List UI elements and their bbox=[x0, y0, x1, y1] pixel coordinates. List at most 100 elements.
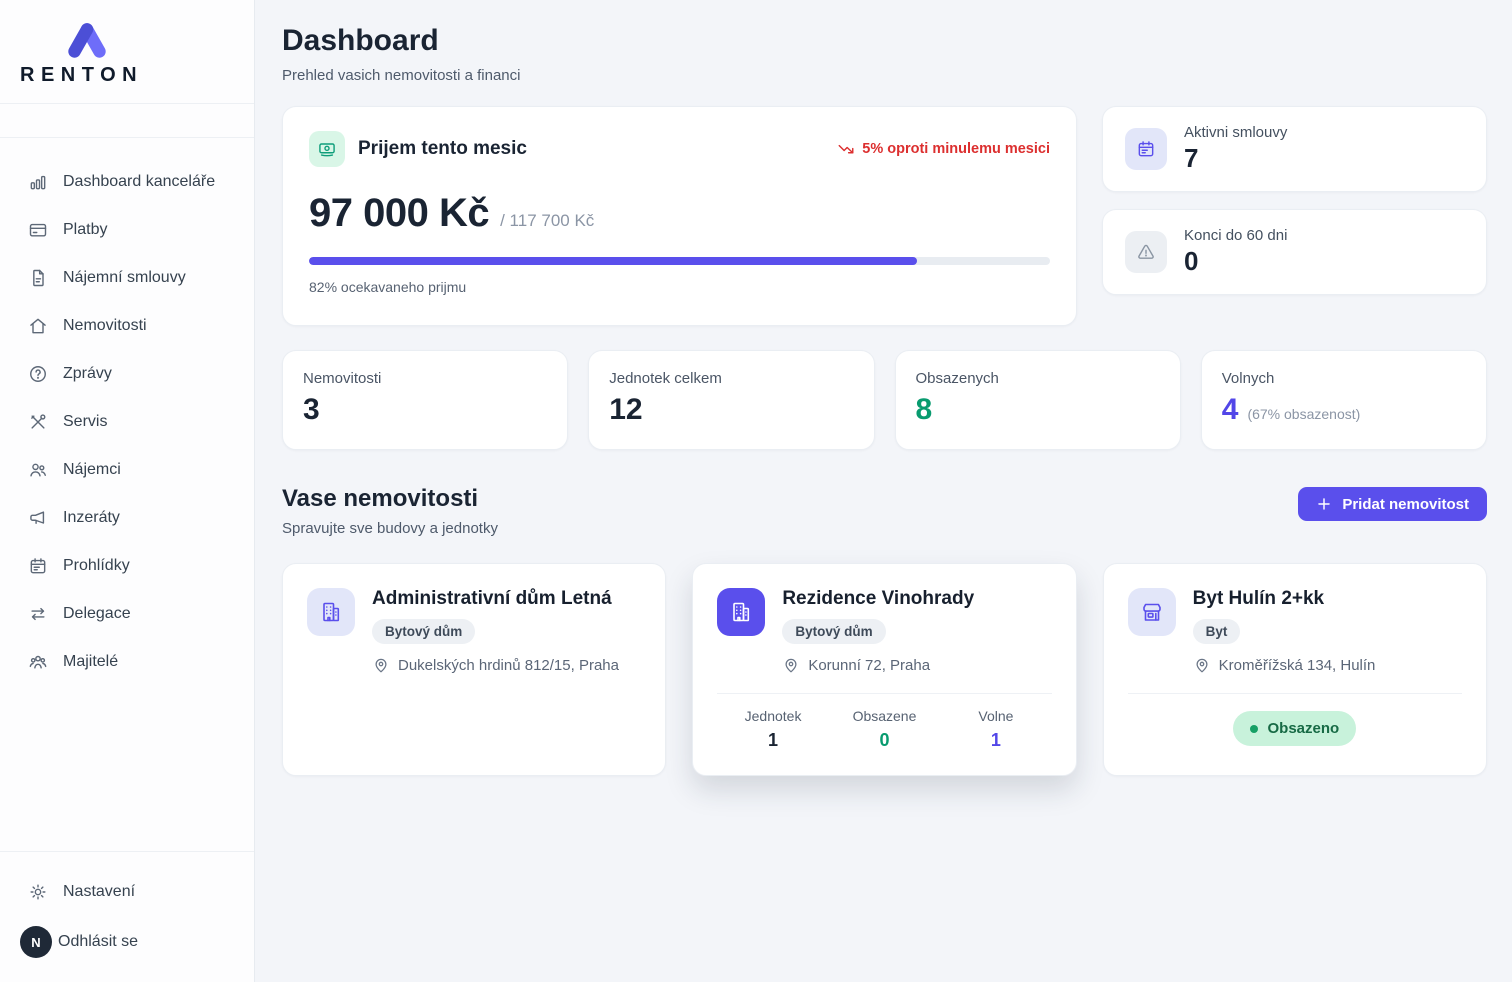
expiring-contracts-card: Konci do 60 dni 0 bbox=[1102, 209, 1487, 295]
stat-card-obsazenych: Obsazenych 8 bbox=[895, 350, 1181, 450]
property-name: Administrativní dům Letná bbox=[372, 588, 619, 610]
side-stats-column: Aktivni smlouvy 7 Konci do 60 dni 0 bbox=[1102, 106, 1487, 295]
status-label: Obsazeno bbox=[1267, 720, 1339, 737]
sidebar-nav: Dashboard kanceláře Platby Nájemní smlou… bbox=[0, 138, 254, 686]
income-card: Prijem tento mesic 5% oproti minulemu me… bbox=[282, 106, 1077, 326]
properties-section-title: Vase nemovitosti bbox=[282, 485, 498, 513]
card-divider bbox=[1128, 693, 1462, 694]
warning-triangle-icon bbox=[1125, 231, 1167, 273]
sidebar-item-label: Prohlídky bbox=[63, 557, 130, 575]
sidebar-item-prohlidky[interactable]: Prohlídky bbox=[0, 542, 254, 590]
income-title: Prijem tento mesic bbox=[358, 138, 527, 160]
property-address: Dukelských hrdinů 812/15, Praha bbox=[398, 657, 619, 674]
sidebar-item-label: Nájemci bbox=[63, 461, 121, 479]
stat-value: 4 bbox=[1222, 393, 1239, 427]
property-address: Korunní 72, Praha bbox=[808, 657, 930, 674]
sidebar-item-nastaveni[interactable]: Nastavení bbox=[0, 868, 254, 916]
occupied-value: 0 bbox=[829, 730, 940, 751]
expiring-contracts-label: Konci do 60 dni bbox=[1184, 227, 1287, 244]
property-card-vinohrady[interactable]: Rezidence Vinohrady Bytový dům Korunní 7… bbox=[692, 563, 1076, 776]
status-badge: Obsazeno bbox=[1233, 711, 1356, 746]
occupied-label: Obsazene bbox=[829, 708, 940, 724]
sidebar-item-dashboard[interactable]: Dashboard kanceláře bbox=[0, 158, 254, 206]
property-name: Byt Hulín 2+kk bbox=[1193, 588, 1376, 610]
home-icon bbox=[28, 316, 48, 336]
income-progress-track bbox=[309, 257, 1050, 265]
sidebar-item-inzeraty[interactable]: Inzeráty bbox=[0, 494, 254, 542]
stat-card-nemovitosti: Nemovitosti 3 bbox=[282, 350, 568, 450]
help-circle-icon bbox=[28, 364, 48, 384]
sidebar-item-label: Nastavení bbox=[63, 883, 135, 901]
tools-icon bbox=[28, 412, 48, 432]
properties-grid: Administrativní dům Letná Bytový dům Duk… bbox=[282, 563, 1487, 776]
property-type-badge: Byt bbox=[1193, 619, 1241, 644]
sidebar-item-label: Delegace bbox=[63, 605, 131, 623]
property-name: Rezidence Vinohrady bbox=[782, 588, 974, 610]
property-card-letna[interactable]: Administrativní dům Letná Bytový dům Duk… bbox=[282, 563, 666, 776]
property-type-badge: Bytový dům bbox=[372, 619, 475, 644]
sidebar-item-label: Zprávy bbox=[63, 365, 112, 383]
user-avatar: N bbox=[20, 926, 52, 958]
income-amount: 97 000 Kč bbox=[309, 191, 489, 236]
brand-logo[interactable]: RENTON bbox=[0, 0, 254, 104]
stat-label: Nemovitosti bbox=[303, 370, 547, 387]
sidebar-footer: Nastavení N Odhlásit se bbox=[0, 851, 254, 982]
properties-section-header: Vase nemovitosti Spravujte sve budovy a … bbox=[282, 485, 1487, 537]
sidebar-item-label: Nemovitosti bbox=[63, 317, 147, 335]
page-title: Dashboard bbox=[282, 24, 1487, 58]
sidebar-item-label: Majitelé bbox=[63, 653, 118, 671]
renton-logo-icon bbox=[56, 16, 118, 62]
property-card-hulin[interactable]: Byt Hulín 2+kk Byt Kroměřížská 134, Hulí… bbox=[1103, 563, 1487, 776]
add-property-button[interactable]: Pridat nemovitost bbox=[1298, 487, 1487, 521]
sidebar-item-zpravy[interactable]: Zprávy bbox=[0, 350, 254, 398]
top-grid: Prijem tento mesic 5% oproti minulemu me… bbox=[282, 106, 1487, 326]
stat-label: Jednotek celkem bbox=[609, 370, 853, 387]
sidebar-item-delegace[interactable]: Delegace bbox=[0, 590, 254, 638]
storefront-icon bbox=[1128, 588, 1176, 636]
sidebar-item-logout[interactable]: N Odhlásit se bbox=[0, 916, 254, 968]
sidebar-item-platby[interactable]: Platby bbox=[0, 206, 254, 254]
stat-value: 3 bbox=[303, 393, 320, 427]
sidebar-item-label: Platby bbox=[63, 221, 107, 239]
expiring-contracts-value: 0 bbox=[1184, 246, 1287, 277]
status-dot-icon bbox=[1250, 725, 1258, 733]
sidebar-item-label: Inzeráty bbox=[63, 509, 120, 527]
users-icon bbox=[28, 460, 48, 480]
income-progress-caption: 82% ocekavaneho prijmu bbox=[309, 279, 1050, 295]
sidebar-divider bbox=[0, 104, 254, 138]
income-trend-label: 5% oproti minulemu mesici bbox=[862, 141, 1050, 157]
income-progress-fill bbox=[309, 257, 917, 265]
sidebar-item-smlouvy[interactable]: Nájemní smlouvy bbox=[0, 254, 254, 302]
property-type-badge: Bytový dům bbox=[782, 619, 885, 644]
sidebar-item-nemovitosti[interactable]: Nemovitosti bbox=[0, 302, 254, 350]
stat-value: 8 bbox=[916, 393, 933, 427]
stat-label: Volnych bbox=[1222, 370, 1466, 387]
sidebar-item-servis[interactable]: Servis bbox=[0, 398, 254, 446]
units-label: Jednotek bbox=[717, 708, 828, 724]
active-contracts-value: 7 bbox=[1184, 143, 1287, 174]
free-value: 1 bbox=[940, 730, 1051, 751]
stat-note: (67% obsazenost) bbox=[1247, 406, 1360, 422]
sidebar-item-majitele[interactable]: Majitelé bbox=[0, 638, 254, 686]
app-root: RENTON Dashboard kanceláře Platby Nájemn… bbox=[0, 0, 1512, 982]
sidebar: RENTON Dashboard kanceláře Platby Nájemn… bbox=[0, 0, 255, 982]
banknote-icon bbox=[309, 131, 345, 167]
stat-label: Obsazenych bbox=[916, 370, 1160, 387]
building-icon bbox=[307, 588, 355, 636]
swap-arrows-icon bbox=[28, 604, 48, 624]
sidebar-item-najemci[interactable]: Nájemci bbox=[0, 446, 254, 494]
credit-card-icon bbox=[28, 220, 48, 240]
brand-name: RENTON bbox=[20, 64, 254, 87]
stat-card-volnych: Volnych 4 (67% obsazenost) bbox=[1201, 350, 1487, 450]
map-pin-icon bbox=[1193, 656, 1211, 674]
expiring-contracts-info: Konci do 60 dni 0 bbox=[1184, 227, 1287, 277]
megaphone-icon bbox=[28, 508, 48, 528]
properties-section-subtitle: Spravujte sve budovy a jednotky bbox=[282, 520, 498, 537]
income-card-header: Prijem tento mesic 5% oproti minulemu me… bbox=[309, 131, 1050, 167]
document-icon bbox=[28, 268, 48, 288]
bar-chart-icon bbox=[28, 172, 48, 192]
trending-down-icon bbox=[837, 140, 855, 158]
income-amount-row: 97 000 Kč / 117 700 Kč bbox=[309, 191, 1050, 236]
unit-stats: Jednotek 1 Obsazene 0 Volne 1 bbox=[717, 708, 1051, 751]
stats-row: Nemovitosti 3 Jednotek celkem 12 Obsazen… bbox=[282, 350, 1487, 450]
